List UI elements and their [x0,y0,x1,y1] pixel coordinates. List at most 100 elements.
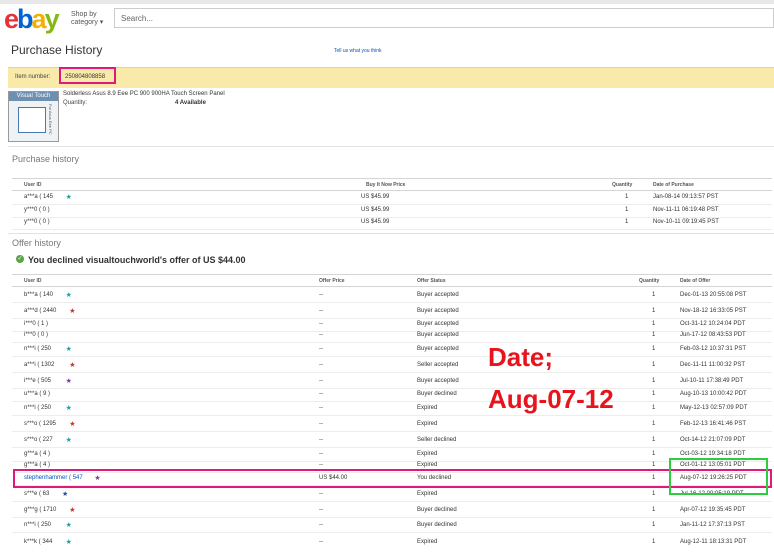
offer-price-cell: -- [319,437,323,443]
col-offer-status: Offer Status [417,278,446,284]
date-cell: Dec-11-11 11:00:32 PST [680,362,746,368]
search-input[interactable]: Search... [114,8,774,28]
row-separator [12,356,772,357]
offer-price-cell: -- [319,362,323,368]
ebay-logo[interactable]: ebay [4,4,60,34]
row-separator [12,318,772,319]
price-cell: US $45.99 [361,207,390,213]
quantity-cell: 1 [652,507,656,513]
tell-us-link[interactable]: Tell us what you think [334,48,382,54]
date-cell: Aug-10-13 10:00:42 PDT [680,391,747,397]
quantity-cell: 1 [652,522,656,528]
quantity-cell: 1 [652,451,656,457]
offer-status-cell: Buyer accepted [417,346,459,352]
user-id-link[interactable]: a***d ( 2440 [24,308,56,314]
offer-price-cell: -- [319,378,323,384]
offer-price-cell: -- [319,332,323,338]
price-cell: US $45.99 [361,219,390,225]
user-id-link[interactable]: u***a ( 9 ) [24,391,50,397]
browser-top-strip [0,0,774,4]
thumbnail-side-text: For Asus Eee PC [48,104,53,135]
user-id-link[interactable]: g***g ( 1710 [24,507,56,513]
date-cell: Feb-12-13 16:41:46 PST [680,421,747,427]
col-quantity: Quantity [612,182,633,188]
quantity-cell: 1 [652,321,656,327]
user-id-link[interactable]: s***o ( 227 [24,437,53,443]
user-id-link[interactable]: b***a ( 140 [24,292,53,298]
item-title-link[interactable]: Solderless Asus 8.9 Eee PC 900 900HA Tou… [63,91,225,97]
highlight-row-box [13,469,772,488]
logo-letter-a: a [31,4,47,34]
annotation-date-label: Date; [488,342,554,372]
date-cell: Nov-10-11 09:19:45 PST [653,219,719,225]
offer-price-cell: -- [319,522,323,528]
user-id-link[interactable]: a***a ( 145 [24,194,53,200]
quantity-value: 4 Available [175,100,206,106]
offer-price-cell: -- [319,462,323,468]
quantity-cell: 1 [652,539,656,545]
feedback-star-icon: ★ [65,539,72,546]
offer-status-cell: Buyer accepted [417,378,459,384]
row-separator [12,431,772,432]
offer-price-cell: -- [319,346,323,352]
date-cell: May-12-13 02:57:09 PDT [680,405,748,411]
date-cell: Oct-03-12 19:34:18 PDT [680,451,746,457]
quantity-cell: 1 [652,391,656,397]
offer-price-cell: -- [319,451,323,457]
user-id-link[interactable]: g***a ( 4 ) [24,451,50,457]
col-buy-it-now-price: Buy It Now Price [366,182,406,188]
table-header-bottom-border [12,286,772,287]
feedback-star-icon: ★ [65,346,72,353]
logo-letter-e: e [4,4,19,34]
feedback-star-icon: ★ [65,378,72,385]
checkmark-icon: ✓ [16,255,24,263]
user-id-link[interactable]: n***i ( 250 [24,405,51,411]
item-number-bar [8,67,774,88]
offer-status-cell: Buyer accepted [417,321,459,327]
logo-letter-y: y [44,4,60,34]
offer-history-heading: Offer history [12,238,61,248]
user-id-link[interactable]: n***i ( 250 [24,522,51,528]
quantity-cell: 1 [652,308,656,314]
offer-status-cell: Buyer declined [417,522,457,528]
shop-by-category-button[interactable]: Shop by category ▾ [71,11,103,27]
user-id-link[interactable]: n***i ( 250 [24,346,51,352]
offer-price-cell: -- [319,391,323,397]
feedback-star-icon: ★ [65,437,72,444]
user-id-link[interactable]: g***a ( 4 ) [24,462,50,468]
offer-status-cell: Buyer declined [417,507,457,513]
thumbnail-brand: Visual Touch [9,92,58,101]
date-cell: Dec-01-13 20:55:08 PST [680,292,747,298]
quantity-label: Quantity: [63,100,88,106]
user-id-link[interactable]: i***e ( 505 [24,378,51,384]
user-id-link[interactable]: y***0 ( 0 ) [24,207,50,213]
user-id-link[interactable]: s***e ( 63 [24,491,49,497]
row-separator [12,331,772,332]
declined-offer-message: You declined visualtouchworld's offer of… [28,255,246,265]
quantity-cell: 1 [652,292,656,298]
user-id-link[interactable]: s***o ( 1295 [24,421,56,427]
date-cell: Jan-08-14 09:13:57 PST [653,194,719,200]
user-id-link[interactable]: i***0 ( 1 ) [24,321,48,327]
user-id-link[interactable]: y***0 ( 0 ) [24,219,50,225]
date-cell: Oct-31-12 10:24:04 PDT [680,321,746,327]
date-cell: Oct-14-12 21:07:09 PDT [680,437,746,443]
row-separator [12,372,772,373]
quantity-cell: 1 [652,491,656,497]
quantity-cell: 1 [625,207,629,213]
item-thumbnail[interactable]: Visual Touch For Asus Eee PC [8,91,59,142]
offer-status-cell: Seller declined [417,437,457,443]
offer-status-cell: Buyer declined [417,391,457,397]
user-id-link[interactable]: k***k ( 344 [24,539,52,545]
user-id-link[interactable]: i***0 ( 0 ) [24,332,48,338]
item-number-value: 250804808858 [59,67,116,84]
user-id-link[interactable]: a***i ( 1302 [24,362,54,368]
date-cell: Aug-12-11 18:13:31 PDT [680,539,747,545]
date-cell: Jan-11-12 17:37:13 PST [680,522,745,528]
feedback-star-icon: ★ [69,421,76,428]
offer-status-cell: Expired [417,491,438,497]
feedback-star-icon: ★ [69,362,76,369]
row-separator [12,217,772,218]
date-cell: Apr-07-12 19:35:45 PDT [680,507,746,513]
divider [8,146,774,147]
